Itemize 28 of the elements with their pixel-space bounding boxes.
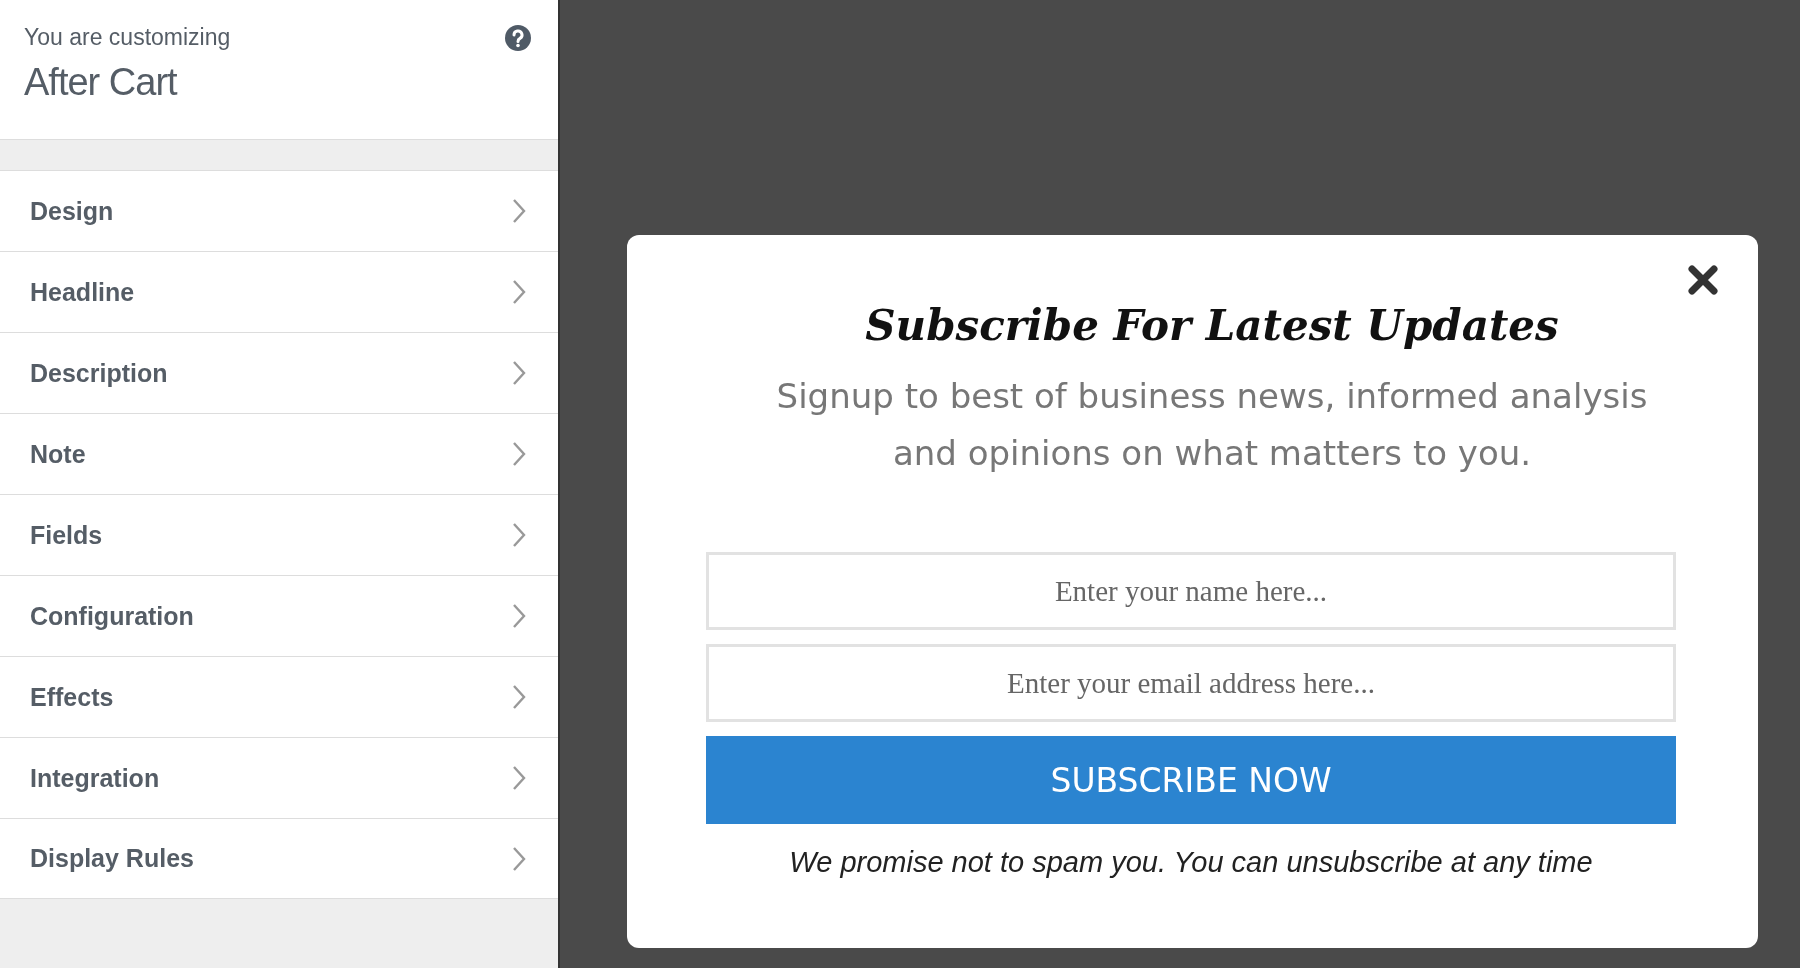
sidebar-item[interactable]: Description [0,332,558,413]
customizing-caption: You are customizing [24,24,231,51]
chevron-right-icon [512,603,526,629]
spam-notice: We promise not to spam you. You can unsubscribe at any time [788,846,1594,879]
customizing-title: After Cart [24,61,179,104]
chevron-right-icon [512,441,526,467]
popup-title: Subscribe For Latest Updates [865,301,1559,350]
chevron-right-icon [512,522,526,548]
sidebar-item[interactable]: Design [0,170,558,251]
input-field[interactable]: Enter your email address here... [706,644,1676,722]
sidebar-item[interactable]: Configuration [0,575,558,656]
chevron-right-icon [512,360,526,386]
sidebar-item[interactable]: Note [0,413,558,494]
sidebar-item[interactable]: Fields [0,494,558,575]
help-icon[interactable] [504,24,532,52]
sidebar-item[interactable]: Integration [0,737,558,818]
chevron-right-icon [512,684,526,710]
close-icon[interactable] [1688,265,1718,295]
sidebar-item[interactable]: Headline [0,251,558,332]
popup-description: Signup to best of business news, informed analysis and opinions on what matters to you. [775,375,1649,475]
chevron-right-icon [512,279,526,305]
input-field[interactable]: Enter your name here... [706,552,1676,630]
chevron-right-icon [512,845,526,872]
sidebar-item[interactable]: Effects [0,656,558,737]
chevron-right-icon [512,765,526,791]
sidebar-item[interactable]: Display Rules [0,818,558,899]
chevron-right-icon [512,198,526,224]
subscribe-button[interactable]: SUBSCRIBE NOW [706,736,1676,824]
